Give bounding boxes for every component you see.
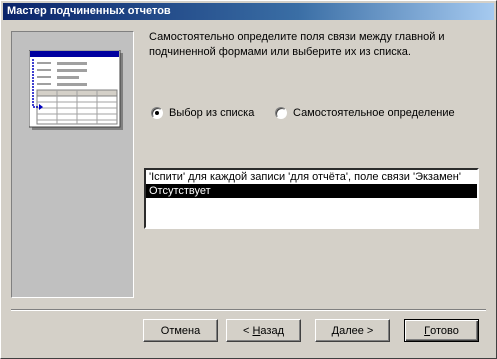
back-prefix: < (242, 324, 253, 337)
list-item-selected[interactable]: Отсутствует (146, 184, 477, 198)
option-self-define[interactable]: Самостоятельное определение (275, 107, 455, 119)
option-self-define-label[interactable]: Самостоятельное определение (293, 107, 455, 119)
title-bar[interactable]: Мастер подчиненных отчетов (3, 3, 494, 20)
finish-rest: отово (430, 324, 459, 337)
report-layout-preview-icon (29, 50, 123, 130)
option-from-list-label[interactable]: Выбор из списка (169, 107, 254, 119)
separator (11, 309, 486, 311)
back-button[interactable]: < Назад (226, 319, 301, 342)
cancel-button[interactable]: Отмена (143, 319, 218, 342)
preview-panel (11, 31, 134, 298)
next-rest: алее > (339, 324, 374, 337)
next-hotkey: Д (331, 324, 340, 337)
list-item[interactable]: 'Іспити' для каждой записи 'для отчёта',… (146, 170, 477, 184)
wizard-window: Мастер подчиненных отчетов Самостоятельн… (0, 0, 497, 359)
radio-self-define[interactable] (275, 107, 287, 119)
radio-from-list[interactable] (151, 107, 163, 119)
back-hotkey: Н (252, 324, 261, 337)
instruction-text: Самостоятельно определите поля связи меж… (149, 31, 445, 58)
finish-button[interactable]: Готово (404, 319, 479, 342)
link-fields-list[interactable]: 'Іспити' для каждой записи 'для отчёта',… (144, 168, 479, 229)
next-button[interactable]: Далее > (315, 319, 390, 342)
option-from-list[interactable]: Выбор из списка (151, 107, 254, 119)
back-rest: азад (260, 324, 284, 337)
